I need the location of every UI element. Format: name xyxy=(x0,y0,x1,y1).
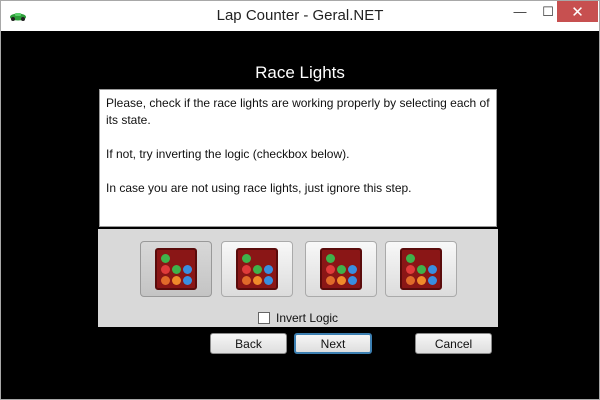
light-state-button-2[interactable] xyxy=(221,241,293,297)
light-dot xyxy=(241,275,251,285)
light-dot xyxy=(405,253,415,263)
close-button[interactable]: ✕ xyxy=(557,1,598,22)
app-window: Lap Counter - Geral.NET — ☐ ✕ Race Light… xyxy=(0,0,600,400)
light-dot xyxy=(182,264,192,274)
light-dot xyxy=(416,264,426,274)
light-state-button-1[interactable] xyxy=(140,241,212,297)
minimize-button[interactable]: — xyxy=(506,1,534,22)
light-dot xyxy=(252,275,262,285)
title-bar[interactable]: Lap Counter - Geral.NET — ☐ ✕ xyxy=(1,1,599,31)
lights-panel: Invert Logic xyxy=(98,229,498,327)
light-dot xyxy=(253,254,262,263)
light-state-button-4[interactable] xyxy=(385,241,457,297)
back-button[interactable]: Back xyxy=(210,333,287,354)
light-state-button-3[interactable] xyxy=(305,241,377,297)
light-dot xyxy=(325,275,335,285)
light-dot xyxy=(160,275,170,285)
light-dot xyxy=(325,253,335,263)
race-lights-icon xyxy=(400,248,442,290)
instructions-text-box: Please, check if the race lights are wor… xyxy=(99,89,497,227)
light-dot xyxy=(252,264,262,274)
light-dot xyxy=(172,254,181,263)
light-dot xyxy=(171,264,181,274)
light-dot xyxy=(264,254,273,263)
next-button[interactable]: Next xyxy=(294,333,372,354)
light-dot xyxy=(405,264,415,274)
cancel-button[interactable]: Cancel xyxy=(415,333,492,354)
light-dot xyxy=(428,254,437,263)
light-dot xyxy=(405,275,415,285)
instruction-line-2: If not, try inverting the logic (checkbo… xyxy=(106,147,350,161)
race-lights-icon xyxy=(320,248,362,290)
invert-logic-checkbox[interactable] xyxy=(258,312,270,324)
light-dot xyxy=(263,264,273,274)
light-dot xyxy=(183,254,192,263)
light-dot xyxy=(347,264,357,274)
light-dot xyxy=(241,253,251,263)
light-dot xyxy=(263,275,273,285)
light-dot xyxy=(347,275,357,285)
instruction-line-1: Please, check if the race lights are wor… xyxy=(106,96,490,127)
light-dot xyxy=(416,275,426,285)
race-lights-icon xyxy=(236,248,278,290)
light-dot xyxy=(160,264,170,274)
light-dot xyxy=(417,254,426,263)
light-dot xyxy=(427,264,437,274)
light-dot xyxy=(160,253,170,263)
race-lights-icon xyxy=(155,248,197,290)
instruction-line-3: In case you are not using race lights, j… xyxy=(106,181,412,195)
invert-logic-row[interactable]: Invert Logic xyxy=(258,311,338,325)
light-dot xyxy=(427,275,437,285)
light-dot xyxy=(336,275,346,285)
page-title: Race Lights xyxy=(255,63,345,82)
light-dot xyxy=(336,264,346,274)
light-dot xyxy=(241,264,251,274)
light-dot xyxy=(337,254,346,263)
light-dot xyxy=(348,254,357,263)
light-dot xyxy=(182,275,192,285)
light-dot xyxy=(171,275,181,285)
light-dot xyxy=(325,264,335,274)
invert-logic-label: Invert Logic xyxy=(276,311,339,325)
